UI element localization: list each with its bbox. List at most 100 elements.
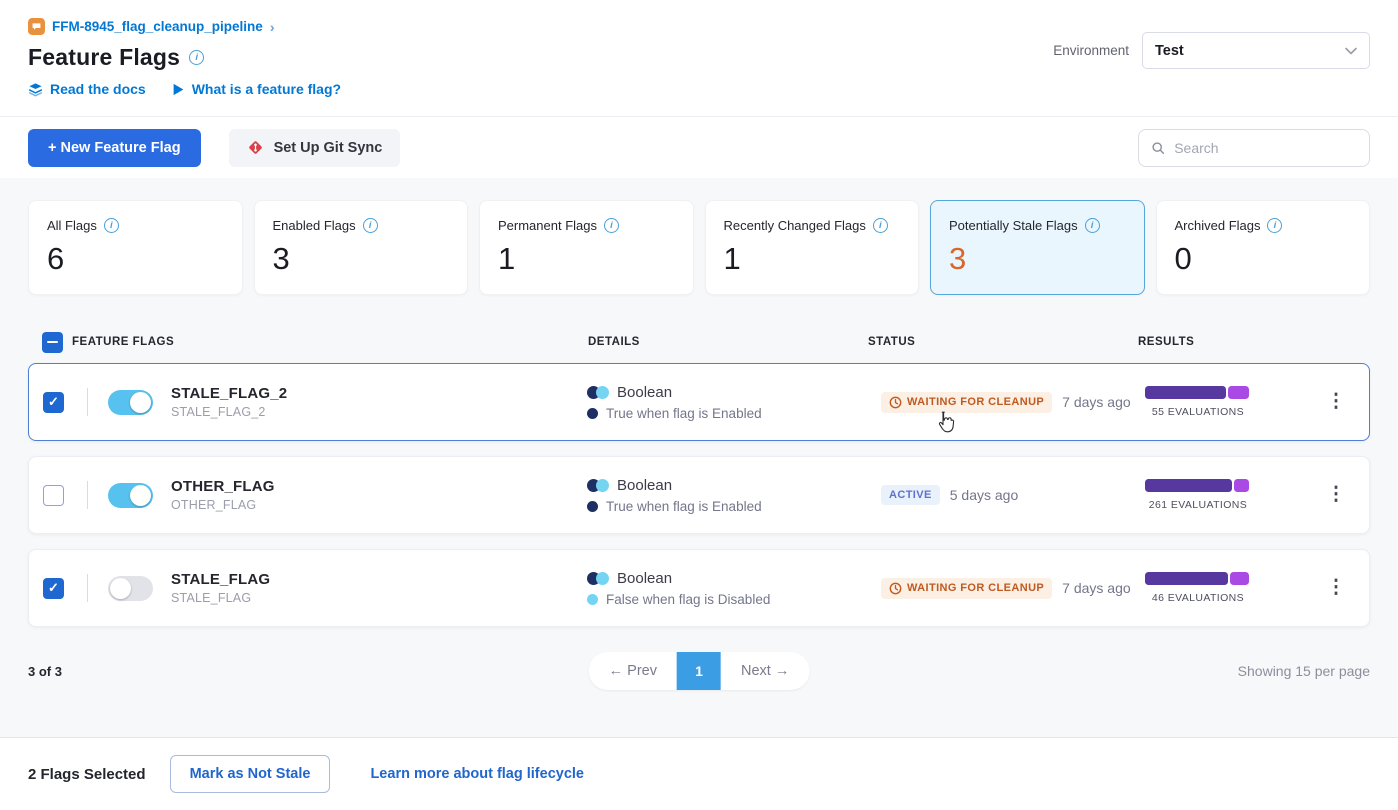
divider <box>87 574 88 602</box>
column-header-status: STATUS <box>868 336 1138 348</box>
clock-icon <box>889 582 902 595</box>
toggle-knob <box>130 485 151 506</box>
row-menu-icon[interactable]: ⋮ <box>1324 480 1348 510</box>
metric-card-potentially-stale-flags[interactable]: Potentially Stale Flags i 3 <box>930 200 1145 295</box>
table-row-other-flag[interactable]: OTHER_FLAG OTHER_FLAG Boolean True when … <box>28 456 1370 534</box>
docs-stack-icon <box>28 82 43 97</box>
info-icon[interactable]: i <box>1267 218 1282 233</box>
metric-card-archived-flags[interactable]: Archived Flags i 0 <box>1156 200 1371 295</box>
info-icon[interactable]: i <box>104 218 119 233</box>
read-docs-link[interactable]: Read the docs <box>28 81 146 97</box>
toggle-knob <box>130 392 151 413</box>
flag-name[interactable]: STALE_FLAG <box>171 571 270 588</box>
row-checkbox[interactable] <box>43 485 64 506</box>
git-sync-icon <box>247 139 264 156</box>
what-is-flag-label: What is a feature flag? <box>192 81 341 97</box>
breadcrumb-project[interactable]: FFM-8945_flag_cleanup_pipeline <box>52 19 263 34</box>
flag-lifecycle-link[interactable]: Learn more about flag lifecycle <box>370 766 584 782</box>
indeterminate-mark <box>47 341 58 344</box>
metric-card-enabled-flags[interactable]: Enabled Flags i 3 <box>254 200 469 295</box>
metric-label: Recently Changed Flags <box>724 218 866 233</box>
project-icon <box>28 18 45 35</box>
table-row-stale-flag-2[interactable]: ✓ STALE_FLAG_2 STALE_FLAG_2 Boolean True… <box>28 363 1370 441</box>
metric-label: Enabled Flags <box>273 218 356 233</box>
evaluations-bar <box>1145 572 1251 585</box>
play-icon <box>172 83 185 96</box>
page-title: Feature Flags <box>28 44 180 71</box>
info-icon[interactable]: i <box>1085 218 1100 233</box>
mark-not-stale-button[interactable]: Mark as Not Stale <box>170 755 331 793</box>
flag-toggle[interactable] <box>108 390 153 415</box>
status-badge[interactable]: WAITING FOR CLEANUP <box>881 578 1052 599</box>
flag-variation: True when flag is Enabled <box>606 499 762 514</box>
status-badge[interactable]: ACTIVE <box>881 485 940 505</box>
column-header-feature-flags: FEATURE FLAGS <box>72 336 588 348</box>
select-all-checkbox[interactable] <box>42 332 63 353</box>
environment-value: Test <box>1155 43 1184 59</box>
metric-value: 0 <box>1175 242 1352 276</box>
row-menu-icon[interactable]: ⋮ <box>1324 573 1348 603</box>
next-page-button[interactable]: Next → <box>721 652 809 690</box>
what-is-flag-link[interactable]: What is a feature flag? <box>172 81 341 97</box>
flag-identifier: STALE_FLAG <box>171 591 270 605</box>
flag-type: Boolean <box>617 384 672 401</box>
new-feature-flag-button[interactable]: + New Feature Flag <box>28 129 201 167</box>
metric-label: Archived Flags <box>1175 218 1261 233</box>
evaluations-bar <box>1145 386 1251 399</box>
environment-select[interactable]: Test <box>1142 32 1370 69</box>
flag-name[interactable]: STALE_FLAG_2 <box>171 385 287 402</box>
flag-toggle[interactable] <box>108 576 153 601</box>
divider <box>87 481 88 509</box>
metric-card-permanent-flags[interactable]: Permanent Flagsi 1 <box>479 200 694 295</box>
variation-dot-icon <box>587 408 598 419</box>
metric-value: 1 <box>724 242 901 276</box>
info-icon[interactable]: i <box>604 218 619 233</box>
table-row-stale-flag[interactable]: ✓ STALE_FLAG STALE_FLAG Boolean False wh… <box>28 549 1370 627</box>
flag-toggle[interactable] <box>108 483 153 508</box>
prev-page-button[interactable]: ← Prev <box>589 652 677 690</box>
clock-icon <box>889 396 902 409</box>
flag-type: Boolean <box>617 477 672 494</box>
row-checkbox[interactable]: ✓ <box>43 392 64 413</box>
info-icon[interactable]: i <box>873 218 888 233</box>
metric-label: Potentially Stale Flags <box>949 218 1078 233</box>
main-content: All Flagsi 6 Enabled Flagsi 3 Permanent … <box>0 178 1398 737</box>
flag-identifier: OTHER_FLAG <box>171 498 275 512</box>
metric-label: All Flags <box>47 218 97 233</box>
metric-value: 3 <box>949 242 1126 276</box>
pagination-row: 3 of 3 ← Prev 1 Next → Showing 15 per pa… <box>28 651 1370 691</box>
info-icon[interactable]: i <box>363 218 378 233</box>
search-input[interactable] <box>1174 140 1357 156</box>
metrics-row: All Flagsi 6 Enabled Flagsi 3 Permanent … <box>28 200 1370 295</box>
selected-count: 2 Flags Selected <box>28 766 146 783</box>
selection-footer: 2 Flags Selected Mark as Not Stale Learn… <box>0 737 1398 810</box>
evaluations-label: 55 EVALUATIONS <box>1152 406 1244 418</box>
metric-value: 1 <box>498 242 675 276</box>
title-info-icon[interactable]: i <box>189 50 204 65</box>
boolean-icon <box>587 386 609 399</box>
results-cell: 261 EVALUATIONS <box>1137 479 1259 511</box>
per-page-label: Showing 15 per page <box>1238 663 1370 679</box>
pager: ← Prev 1 Next → <box>589 652 810 690</box>
flag-name[interactable]: OTHER_FLAG <box>171 478 275 495</box>
status-label: ACTIVE <box>889 489 932 501</box>
evaluations-label: 46 EVALUATIONS <box>1152 592 1244 604</box>
flag-type: Boolean <box>617 570 672 587</box>
toolbar: + New Feature Flag Set Up Git Sync <box>0 116 1398 178</box>
environment-label: Environment <box>1053 43 1129 58</box>
search-box[interactable] <box>1138 129 1370 167</box>
metric-card-all-flags[interactable]: All Flagsi 6 <box>28 200 243 295</box>
git-sync-button[interactable]: Set Up Git Sync <box>229 129 401 167</box>
metric-card-recently-changed-flags[interactable]: Recently Changed Flags i 1 <box>705 200 920 295</box>
row-checkbox[interactable]: ✓ <box>43 578 64 599</box>
variation-dot-icon <box>587 501 598 512</box>
column-header-results: RESULTS <box>1138 336 1318 348</box>
metric-value: 3 <box>273 242 450 276</box>
flag-variation: False when flag is Disabled <box>606 592 770 607</box>
status-label: WAITING FOR CLEANUP <box>907 396 1044 408</box>
row-menu-icon[interactable]: ⋮ <box>1324 387 1348 417</box>
feature-flags-page: FFM-8945_flag_cleanup_pipeline › Feature… <box>0 0 1398 810</box>
current-page[interactable]: 1 <box>677 652 721 690</box>
results-cell: 46 EVALUATIONS <box>1137 572 1259 604</box>
status-badge[interactable]: WAITING FOR CLEANUP <box>881 392 1052 413</box>
